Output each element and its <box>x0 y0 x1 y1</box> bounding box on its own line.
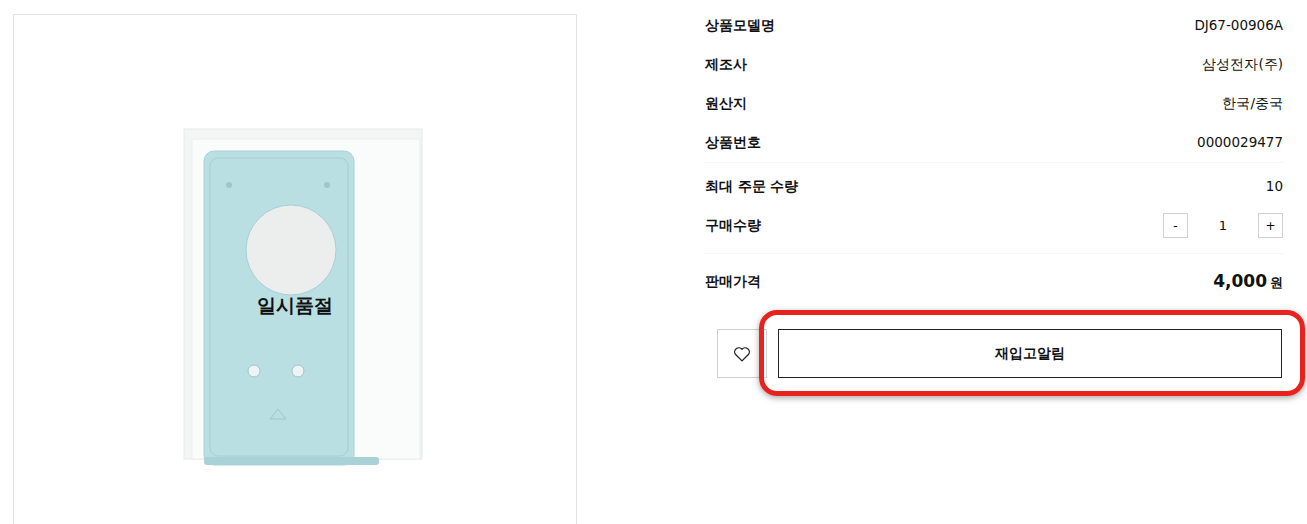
info-label: 상품모델명 <box>705 15 775 35</box>
info-label: 상품번호 <box>705 132 761 152</box>
info-row: 원산지 한국/중국 <box>705 84 1283 123</box>
quantity-row: 구매수량 - 1 + <box>705 206 1283 245</box>
heart-icon <box>733 346 751 362</box>
info-label: 원산지 <box>705 93 747 113</box>
price-row: 판매가격 4,000원 <box>705 262 1283 301</box>
minus-button[interactable]: - <box>1163 213 1188 238</box>
plus-button[interactable]: + <box>1258 213 1283 238</box>
product-info: 상품모델명 DJ67-00906A 제조사 삼성전자(주) 원산지 한국/중국상품번호 00… <box>705 6 1283 524</box>
info-value: 한국/중국 <box>1222 93 1283 113</box>
highlight-ring <box>759 310 1305 396</box>
product-image: 일시품절 <box>13 14 577 524</box>
quantity-value[interactable]: 1 <box>1188 216 1258 236</box>
info-value: 삼성전자(주) <box>1202 54 1283 74</box>
info-row: 상품번호 0000029477 <box>705 123 1283 162</box>
info-row: 상품모델명 DJ67-00906A <box>705 6 1283 45</box>
sold-out-label: 일시품절 <box>257 291 333 320</box>
info-value: 0000029477 <box>1197 132 1283 152</box>
info-value: DJ67-00906A <box>1194 15 1283 35</box>
quantity-stepper: - 1 + <box>1163 213 1283 238</box>
max-order-row: 최대 주문 수량 10 <box>705 167 1283 206</box>
restock-alert-button[interactable]: 재입고알림 <box>778 329 1282 378</box>
dust-bag-icon <box>14 15 578 524</box>
info-label: 제조사 <box>705 54 747 74</box>
info-row: 제조사 삼성전자(주) <box>705 45 1283 84</box>
wishlist-button[interactable] <box>717 329 767 378</box>
